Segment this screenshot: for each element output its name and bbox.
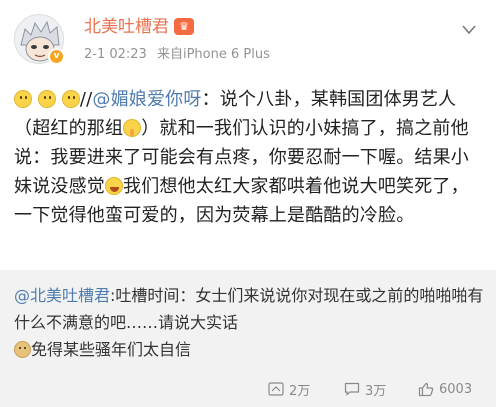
like-count: 6003 — [439, 381, 473, 397]
smile-emoji-icon — [14, 90, 32, 108]
chevron-down-icon[interactable] — [462, 24, 476, 36]
smile-emoji-icon — [61, 90, 80, 108]
post-source: 来自iPhone 6 Plus — [156, 47, 270, 62]
laugh-cry-emoji-icon — [105, 177, 123, 195]
comment-count: 3万 — [365, 383, 387, 399]
repost-count: 2万 — [289, 383, 311, 399]
comment-icon — [344, 382, 360, 396]
repost-icon — [268, 382, 284, 396]
action-bar: 2万 3万 6003 — [0, 372, 496, 407]
weibo-post: v 北美吐槽君 ♛ 2-1 02:23 来自iPhone 6 Plus //@媚… — [0, 0, 496, 407]
post-meta: 2-1 02:23 来自iPhone 6 Plus — [84, 47, 270, 63]
repost-slashes: // — [79, 89, 93, 110]
repost-button[interactable]: 2万 — [268, 380, 311, 399]
vip-member-icon[interactable]: ♛ — [174, 18, 194, 35]
shush-emoji-icon — [123, 119, 142, 137]
verified-badge-icon: v — [48, 48, 65, 65]
username[interactable]: 北美吐槽君 — [84, 16, 169, 38]
thumbs-up-icon — [418, 382, 434, 396]
quote-mention-link[interactable]: @北美吐槽君 — [14, 286, 110, 305]
comment-button[interactable]: 3万 — [344, 380, 387, 399]
timestamp: 2-1 02:23 — [84, 47, 147, 62]
quote-body: @北美吐槽君:吐槽时间：女士们来说说你对现在或之前的啪啪啪有什么不满意的吧……请… — [14, 282, 486, 363]
original-post-quote[interactable]: @北美吐槽君:吐槽时间：女士们来说说你对现在或之前的啪啪啪有什么不满意的吧……请… — [0, 270, 496, 372]
post-body: //@媚娘爱你呀：说个八卦，某韩国团体男艺人（超红的那组 ）就和一我们认识的小妹搞… — [14, 85, 484, 230]
quote-text: 免得某些骚年们太自信 — [31, 340, 192, 359]
like-button[interactable]: 6003 — [418, 380, 472, 398]
mention-link[interactable]: @媚娘爱你呀 — [92, 89, 201, 110]
doge-emoji-icon — [14, 341, 31, 358]
smile-emoji-icon — [37, 90, 56, 108]
